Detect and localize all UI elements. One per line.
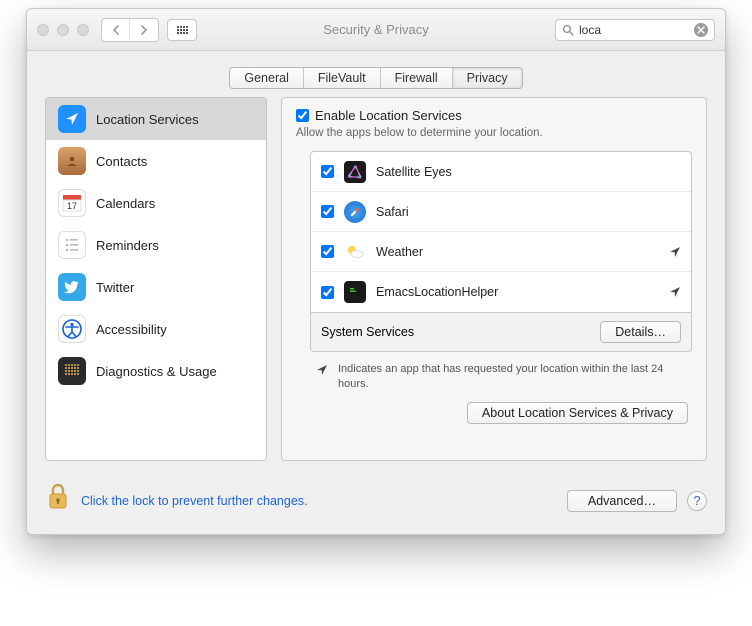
- app-icon-satellite-eyes: [344, 161, 366, 183]
- about-location-button[interactable]: About Location Services & Privacy: [467, 402, 688, 424]
- sidebar-item-diagnostics[interactable]: Diagnostics & Usage: [46, 350, 266, 392]
- enable-location-subtitle: Allow the apps below to determine your l…: [296, 127, 692, 139]
- sidebar-item-label: Calendars: [96, 196, 155, 211]
- app-name: Weather: [376, 245, 423, 259]
- details-button[interactable]: Details…: [600, 321, 681, 343]
- calendar-icon: 17: [58, 189, 86, 217]
- close-window-button[interactable]: [37, 24, 49, 36]
- window-controls: [37, 24, 89, 36]
- contacts-icon: [58, 147, 86, 175]
- sidebar-item-calendars[interactable]: 17 Calendars: [46, 182, 266, 224]
- clear-search-button[interactable]: [694, 23, 708, 37]
- recent-location-icon: [669, 246, 681, 258]
- tab-privacy[interactable]: Privacy: [453, 68, 522, 88]
- accessibility-icon: [58, 315, 86, 343]
- app-row-safari[interactable]: Safari: [311, 192, 691, 232]
- sidebar-item-location-services[interactable]: Location Services: [46, 98, 266, 140]
- enable-location-label: Enable Location Services: [315, 108, 462, 123]
- show-all-button[interactable]: [167, 19, 197, 41]
- sidebar-item-label: Location Services: [96, 112, 199, 127]
- location-services-pane: Enable Location Services Allow the apps …: [281, 97, 707, 461]
- app-checkbox[interactable]: [321, 165, 334, 178]
- location-note: Indicates an app that has requested your…: [282, 352, 706, 402]
- zoom-window-button[interactable]: [77, 24, 89, 36]
- sidebar-item-label: Diagnostics & Usage: [96, 364, 217, 379]
- sidebar-item-label: Reminders: [96, 238, 159, 253]
- sidebar-item-twitter[interactable]: Twitter: [46, 266, 266, 308]
- reminders-icon: [58, 231, 86, 259]
- advanced-button[interactable]: Advanced…: [567, 490, 677, 512]
- minimize-window-button[interactable]: [57, 24, 69, 36]
- search-icon: [562, 24, 574, 36]
- help-button[interactable]: ?: [687, 491, 707, 511]
- app-icon-safari: [344, 201, 366, 223]
- tab-firewall[interactable]: Firewall: [381, 68, 453, 88]
- segmented-control: General FileVault Firewall Privacy: [229, 67, 522, 89]
- location-arrow-icon: [316, 364, 328, 376]
- location-arrow-icon: [58, 105, 86, 133]
- sidebar-item-label: Accessibility: [96, 322, 167, 337]
- tab-bar: General FileVault Firewall Privacy: [27, 51, 725, 97]
- preferences-window: Security & Privacy General FileVault Fir…: [26, 8, 726, 535]
- sidebar-item-label: Contacts: [96, 154, 147, 169]
- app-name: EmacsLocationHelper: [376, 285, 498, 299]
- tab-filevault[interactable]: FileVault: [304, 68, 381, 88]
- twitter-icon: [58, 273, 86, 301]
- app-row-weather[interactable]: Weather: [311, 232, 691, 272]
- titlebar: Security & Privacy: [27, 9, 725, 51]
- location-apps-list: Satellite Eyes Safari Weather: [310, 151, 692, 313]
- app-name: Safari: [376, 205, 409, 219]
- location-header: Enable Location Services Allow the apps …: [282, 98, 706, 147]
- lock-message[interactable]: Click the lock to prevent further change…: [81, 494, 308, 508]
- app-checkbox[interactable]: [321, 205, 334, 218]
- system-services-row: System Services Details…: [310, 313, 692, 352]
- app-name: Satellite Eyes: [376, 165, 452, 179]
- enable-location-checkbox[interactable]: [296, 109, 309, 122]
- location-note-text: Indicates an app that has requested your…: [338, 362, 688, 392]
- search-field-wrapper: [555, 19, 715, 41]
- sidebar-item-reminders[interactable]: Reminders: [46, 224, 266, 266]
- privacy-sidebar: Location Services Contacts 17 Calendars …: [45, 97, 267, 461]
- sidebar-item-accessibility[interactable]: Accessibility: [46, 308, 266, 350]
- close-icon: [697, 26, 705, 34]
- lock-icon[interactable]: [45, 483, 71, 518]
- about-button-wrap: About Location Services & Privacy: [282, 402, 706, 436]
- enable-location-row[interactable]: Enable Location Services: [296, 108, 692, 123]
- recent-location-icon: [669, 286, 681, 298]
- chevron-left-icon: [112, 25, 120, 35]
- nav-buttons: [101, 18, 159, 42]
- app-icon-weather: [344, 241, 366, 263]
- app-checkbox[interactable]: [321, 286, 334, 299]
- app-row-emacs-location-helper[interactable]: EmacsLocationHelper: [311, 272, 691, 312]
- forward-button[interactable]: [130, 19, 158, 41]
- footer: Click the lock to prevent further change…: [27, 475, 725, 534]
- app-icon-terminal: [344, 281, 366, 303]
- system-services-label: System Services: [321, 325, 414, 339]
- app-row-satellite-eyes[interactable]: Satellite Eyes: [311, 152, 691, 192]
- diagnostics-icon: [58, 357, 86, 385]
- sidebar-item-contacts[interactable]: Contacts: [46, 140, 266, 182]
- app-checkbox[interactable]: [321, 245, 334, 258]
- tab-general[interactable]: General: [230, 68, 303, 88]
- main-content: Location Services Contacts 17 Calendars …: [27, 97, 725, 475]
- svg-text:17: 17: [67, 201, 77, 211]
- sidebar-item-label: Twitter: [96, 280, 134, 295]
- back-button[interactable]: [102, 19, 130, 41]
- chevron-right-icon: [140, 25, 148, 35]
- footer-right: Advanced… ?: [567, 490, 707, 512]
- search-input[interactable]: [574, 23, 694, 37]
- grid-icon: [177, 26, 188, 34]
